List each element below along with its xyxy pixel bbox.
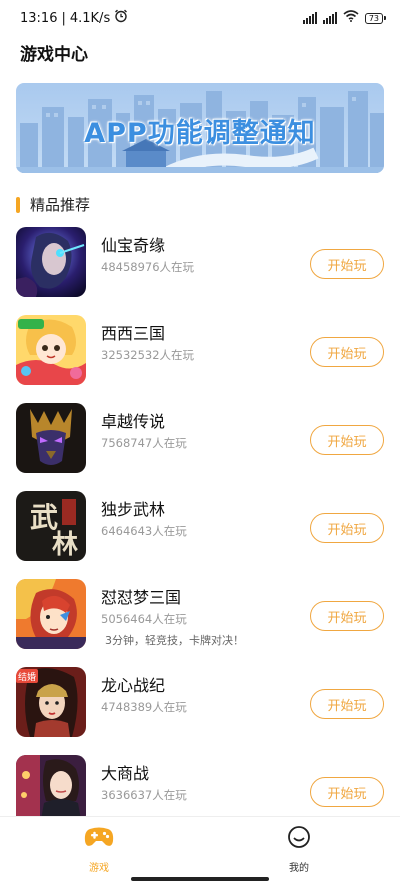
start-play-button[interactable]: 开始玩	[310, 249, 384, 279]
game-name: 怼怼梦三国	[101, 588, 182, 607]
section-title: 精品推荐	[30, 196, 91, 214]
battery-level: 73	[364, 12, 383, 24]
status-bar: 13:16 | 4.1K/s 73	[0, 0, 400, 36]
game-icon-longxin: 结婚	[16, 667, 86, 737]
signal-icon	[302, 12, 317, 24]
game-icon-xianbao	[16, 227, 86, 297]
game-name: 大商战	[101, 764, 150, 783]
game-item-dubu-wulin[interactable]: 武 林 独步武林 6464643人在玩 开始玩	[0, 491, 400, 563]
game-item-duidui-meng-sanguo[interactable]: 怼怼梦三国 5056464人在玩 3分钟，轻竞技，卡牌对决！ 开始玩	[0, 579, 400, 651]
wifi-icon	[343, 10, 359, 26]
game-item-longxin[interactable]: 结婚 龙心战纪 4748389人在玩 开始玩	[0, 667, 400, 739]
game-name: 西西三国	[101, 324, 166, 343]
game-icon-duidui-meng-sanguo	[16, 579, 86, 649]
status-separator: |	[61, 10, 66, 26]
section-header: 精品推荐	[16, 194, 90, 215]
game-icon-zhuoyue	[16, 403, 86, 473]
game-players: 6464643人在玩	[101, 524, 187, 538]
notice-banner[interactable]: APP功能调整通知	[16, 83, 384, 173]
game-description: 3分钟，轻竞技，卡牌对决！	[105, 634, 244, 647]
banner-title: APP功能调整通知	[84, 118, 316, 149]
section-accent-bar	[16, 196, 20, 213]
tab-mine-label: 我的	[289, 863, 309, 874]
alarm-icon	[114, 9, 128, 27]
game-item-xixi-sanguo[interactable]: 西西三国 32532532人在玩 开始玩	[0, 315, 400, 387]
game-item-zhuoyue[interactable]: 卓越传说 7568747人在玩 开始玩	[0, 403, 400, 475]
start-play-button[interactable]: 开始玩	[310, 601, 384, 631]
signal-icon	[322, 12, 337, 24]
game-name: 仙宝奇缘	[101, 236, 166, 255]
game-name: 龙心战纪	[101, 676, 166, 695]
game-icon-xixi-sanguo	[16, 315, 86, 385]
start-play-button[interactable]: 开始玩	[310, 337, 384, 367]
smiley-icon	[259, 825, 339, 853]
game-players: 3636637人在玩	[101, 788, 187, 802]
game-item-xianbao[interactable]: 仙宝奇缘 48458976人在玩 开始玩	[0, 227, 400, 299]
start-play-button[interactable]: 开始玩	[310, 689, 384, 719]
status-time: 13:16	[20, 10, 58, 26]
game-players: 32532532人在玩	[101, 348, 195, 362]
game-players: 7568747人在玩	[101, 436, 187, 450]
svg-text:林: 林	[52, 530, 78, 560]
tab-games-label: 游戏	[89, 863, 109, 874]
status-net-speed: 4.1K/s	[69, 10, 111, 26]
game-players: 48458976人在玩	[101, 260, 195, 274]
game-icon-dubu-wulin: 武 林	[16, 491, 86, 561]
page-title: 游戏中心	[20, 45, 88, 65]
home-indicator[interactable]	[131, 877, 269, 881]
start-play-button[interactable]: 开始玩	[310, 425, 384, 455]
svg-text:结婚: 结婚	[18, 671, 36, 683]
game-players: 5056464人在玩	[101, 612, 187, 626]
game-icon-dashangzhan	[16, 755, 86, 825]
game-name: 卓越传说	[101, 412, 166, 431]
start-play-button[interactable]: 开始玩	[310, 513, 384, 543]
battery-icon: 73	[364, 12, 386, 24]
start-play-button[interactable]: 开始玩	[310, 777, 384, 807]
gamepad-icon	[59, 825, 139, 853]
game-name: 独步武林	[101, 500, 166, 519]
tab-mine[interactable]: 我的	[259, 825, 339, 874]
game-players: 4748389人在玩	[101, 700, 187, 714]
tab-games[interactable]: 游戏	[59, 825, 139, 874]
